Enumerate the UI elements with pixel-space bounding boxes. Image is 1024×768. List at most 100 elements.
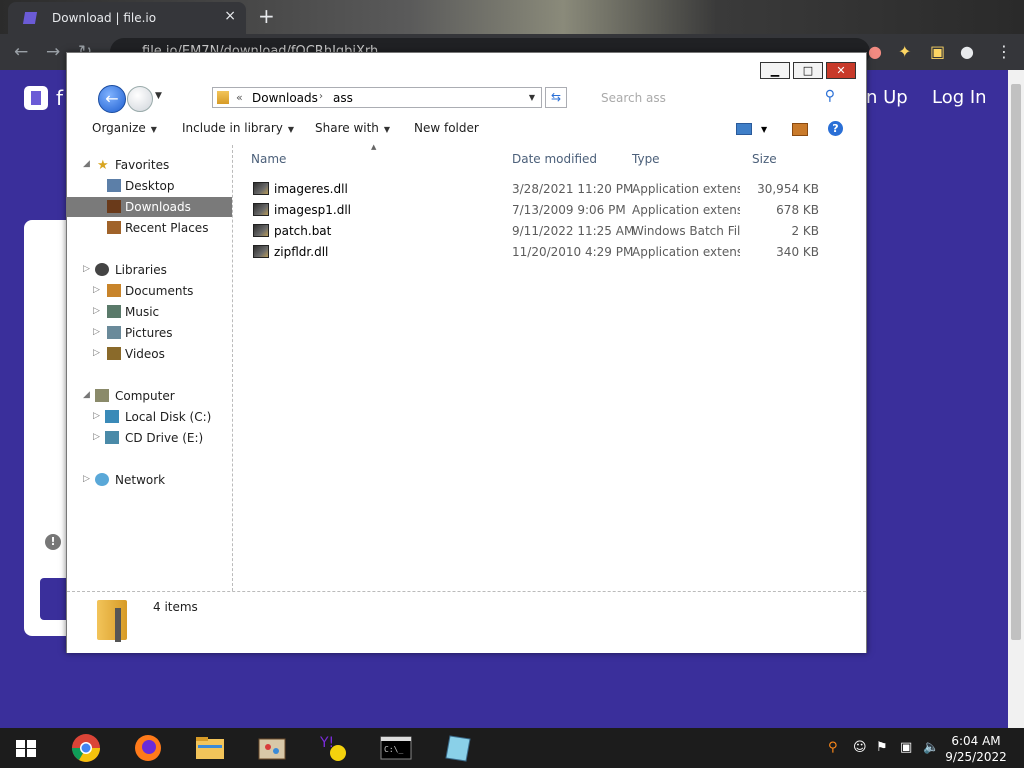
column-header-size[interactable]: Size [752, 152, 777, 166]
new-folder-button[interactable]: New folder [414, 121, 479, 135]
signup-link[interactable]: n Up [866, 87, 908, 108]
file-type: Application extens... [632, 203, 740, 217]
file-explorer-taskbar-icon[interactable] [194, 733, 226, 763]
browser-tab[interactable]: Download | file.io × [8, 2, 246, 34]
close-tab-icon[interactable]: × [224, 8, 236, 24]
yahoo-messenger-taskbar-icon[interactable]: Y! [318, 733, 350, 763]
help-icon[interactable]: ? [828, 121, 843, 136]
collapse-arrow-icon[interactable]: ◢ [83, 390, 90, 400]
expand-arrow-icon[interactable]: ▷ [93, 285, 100, 295]
include-in-library-button[interactable]: Include in library ▼ [182, 121, 294, 135]
column-header-name[interactable]: Name [251, 152, 286, 166]
expand-arrow-icon[interactable]: ▷ [83, 474, 90, 484]
star-icon: ★ [97, 158, 109, 173]
nav-pictures[interactable]: ▷ Pictures [67, 323, 232, 343]
search-icon[interactable]: ⚲ [825, 88, 835, 104]
expand-arrow-icon[interactable]: ▷ [83, 264, 90, 274]
preview-pane-icon[interactable] [792, 123, 808, 136]
new-tab-button[interactable]: + [258, 4, 275, 28]
start-button[interactable] [16, 740, 36, 757]
recent-places-icon [107, 221, 121, 234]
nav-desktop[interactable]: Desktop [67, 176, 232, 196]
fileio-logo-icon[interactable] [24, 86, 48, 110]
network-icon [95, 473, 109, 486]
desktop-icon [107, 179, 121, 192]
maximize-button[interactable]: □ [793, 62, 823, 79]
file-name: imagesp1.dll [274, 203, 351, 217]
login-link[interactable]: Log In [932, 87, 987, 108]
search-placeholder: Search ass [601, 91, 666, 105]
chrome-taskbar-icon[interactable] [70, 733, 102, 763]
nav-favorites[interactable]: ◢ ★ Favorites [67, 155, 232, 175]
expand-arrow-icon[interactable]: ▷ [93, 411, 100, 421]
nav-videos[interactable]: ▷ Videos [67, 344, 232, 364]
organize-button[interactable]: Organize ▼ [92, 121, 157, 135]
expand-arrow-icon[interactable]: ▷ [93, 327, 100, 337]
search-tray-icon[interactable]: ⚲ [828, 740, 838, 755]
expand-arrow-icon[interactable]: ▷ [93, 432, 100, 442]
collapse-arrow-icon[interactable]: ◢ [83, 159, 90, 169]
file-row[interactable]: zipfldr.dll 11/20/2010 4:29 PM Applicati… [249, 242, 849, 262]
nav-local-disk[interactable]: ▷ Local Disk (C:) [67, 407, 232, 427]
address-bar[interactable]: « Downloads › ass ▼ [212, 87, 542, 108]
column-header-type[interactable]: Type [632, 152, 660, 166]
browser-forward-icon[interactable]: → [46, 42, 60, 62]
breadcrumb-ass[interactable]: ass [333, 91, 353, 105]
file-size: 30,954 KB [757, 182, 819, 196]
profile-avatar-icon[interactable]: ● [960, 42, 974, 61]
nav-computer[interactable]: ◢ Computer [67, 386, 232, 406]
address-history-dropdown-icon[interactable]: ▼ [529, 93, 535, 102]
nav-recent-places[interactable]: Recent Places [67, 218, 232, 238]
browser-back-icon[interactable]: ← [14, 42, 28, 62]
view-options-dropdown-icon[interactable]: ▼ [761, 125, 767, 134]
page-scrollbar[interactable] [1008, 70, 1024, 728]
paint-taskbar-icon[interactable] [256, 733, 288, 763]
close-button[interactable]: ✕ [826, 62, 856, 79]
action-center-flag-icon[interactable]: ⚑ [876, 740, 888, 755]
breadcrumb-downloads[interactable]: Downloads [252, 91, 318, 105]
nav-downloads[interactable]: Downloads [67, 197, 232, 217]
volume-icon[interactable]: 🔈 [923, 740, 939, 755]
file-row[interactable]: imagesp1.dll 7/13/2009 9:06 PM Applicati… [249, 200, 849, 220]
search-input[interactable]: Search ass ⚲ [597, 87, 837, 108]
nav-network[interactable]: ▷ Network [67, 470, 232, 490]
forward-button[interactable] [127, 86, 153, 112]
minimize-button[interactable]: ▁ [760, 62, 790, 79]
expand-arrow-icon[interactable]: ▷ [93, 348, 100, 358]
taskbar-clock[interactable]: 6:04 AM 9/25/2022 [940, 733, 1012, 765]
column-header-date[interactable]: Date modified [512, 152, 597, 166]
expand-arrow-icon[interactable]: ▷ [93, 306, 100, 316]
profile-flag-icon[interactable]: ● [868, 42, 882, 61]
nav-libraries[interactable]: ▷ Libraries [67, 260, 232, 280]
navigation-pane: ◢ ★ Favorites Desktop Downloads Recent P… [67, 145, 233, 591]
notepad-taskbar-icon[interactable] [442, 733, 474, 763]
command-prompt-taskbar-icon[interactable]: C:\_ [380, 733, 412, 763]
nav-documents[interactable]: ▷ Documents [67, 281, 232, 301]
file-row[interactable]: patch.bat 9/11/2022 11:25 AM Windows Bat… [249, 221, 849, 241]
batch-file-icon [253, 224, 269, 237]
chrome-menu-icon[interactable]: ⋮ [996, 42, 1012, 61]
music-icon [107, 305, 121, 318]
breadcrumb-separator-icon[interactable]: › [319, 91, 323, 102]
site-logo-text[interactable]: f [56, 86, 63, 110]
include-in-library-label: Include in library [182, 121, 283, 135]
refresh-button[interactable]: ⇆ [545, 87, 567, 108]
nav-documents-label: Documents [125, 284, 194, 298]
back-button[interactable]: ← [98, 85, 126, 113]
sidebar-icon[interactable]: ▣ [930, 42, 945, 61]
recent-pages-dropdown-icon[interactable]: ▼ [155, 91, 162, 101]
scrollbar-thumb[interactable] [1011, 84, 1021, 640]
nav-music[interactable]: ▷ Music [67, 302, 232, 322]
videos-icon [107, 347, 121, 360]
messenger-tray-icon[interactable]: ☺ [853, 740, 867, 755]
firefox-taskbar-icon[interactable] [132, 733, 164, 763]
explorer-window: ▁ □ ✕ ← ▼ « Downloads › ass ▼ ⇆ Search a… [66, 52, 867, 653]
change-view-icon[interactable] [736, 123, 752, 135]
nav-computer-label: Computer [115, 389, 175, 403]
share-with-button[interactable]: Share with ▼ [315, 121, 390, 135]
network-tray-icon[interactable]: ▣ [900, 740, 912, 755]
extensions-icon[interactable]: ✦ [898, 42, 911, 61]
file-row[interactable]: imageres.dll 3/28/2021 11:20 PM Applicat… [249, 179, 849, 199]
address-overflow-chevron[interactable]: « [236, 91, 243, 104]
nav-cd-drive[interactable]: ▷ CD Drive (E:) [67, 428, 232, 448]
